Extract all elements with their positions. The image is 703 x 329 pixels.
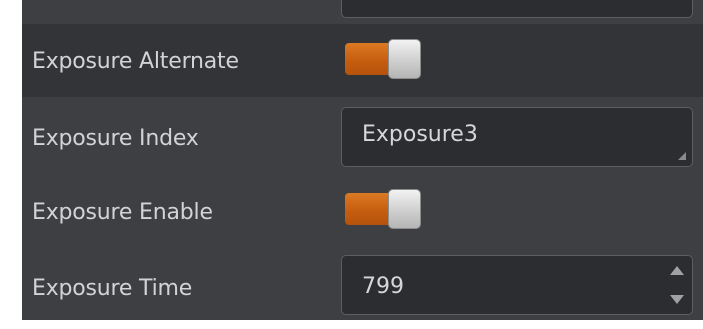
spinbox-value: 799 [362,274,404,299]
exposure-time-spinbox[interactable]: 799 [341,255,693,315]
property-label: Exposure Alternate [32,49,239,74]
property-panel: Exposure Alternate Exposure Index Exposu… [22,0,703,320]
dropdown-corner-icon [678,152,686,160]
exposure-enable-toggle[interactable] [345,189,421,229]
property-label: Exposure Index [32,126,199,151]
property-row-exposure-time[interactable]: Exposure Time 799 [22,250,703,320]
property-row-exposure-enable[interactable]: Exposure Enable [22,175,703,250]
toggle-knob[interactable] [388,39,421,79]
property-label: Exposure Time [32,276,193,301]
property-row-exposure-alternate[interactable]: Exposure Alternate [22,24,703,97]
property-label: Exposure Enable [32,200,213,225]
increment-arrow-icon[interactable] [670,266,684,275]
exposure-alternate-toggle[interactable] [345,39,421,79]
property-row-exposure-index[interactable]: Exposure Index Exposure3 [22,97,703,175]
toggle-knob[interactable] [388,189,421,229]
dropdown-value: Exposure3 [362,122,478,147]
exposure-index-dropdown[interactable]: Exposure3 [341,107,693,167]
decrement-arrow-icon[interactable] [670,295,684,304]
previous-property-field[interactable] [341,0,693,18]
